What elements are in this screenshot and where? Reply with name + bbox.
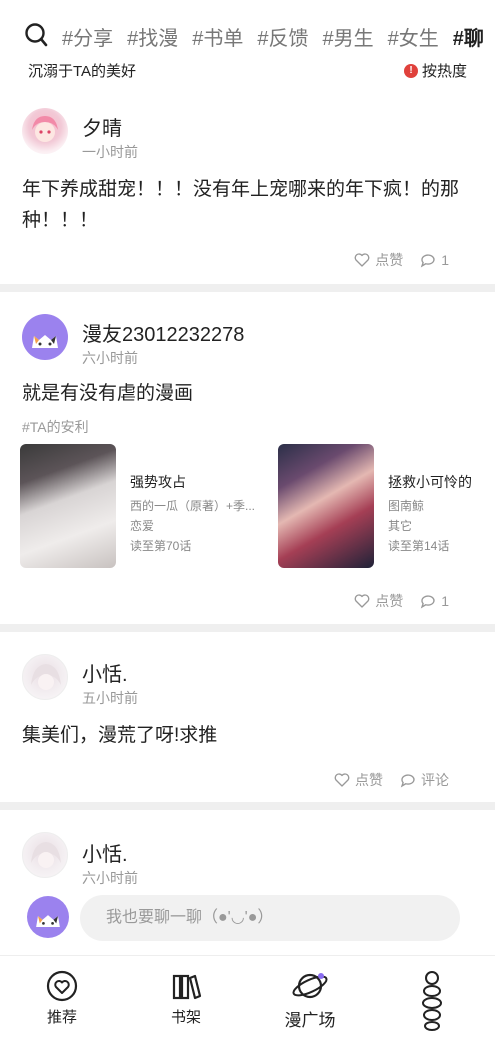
- bookshelf-icon: [172, 974, 202, 1000]
- tag-share[interactable]: #分享: [62, 22, 113, 51]
- divider: [0, 624, 495, 632]
- nav-label: 漫广场: [284, 1011, 336, 1030]
- comic-title: 强势攻占: [130, 474, 186, 490]
- comment-label: 评论: [421, 772, 449, 788]
- planet-icon: [292, 973, 328, 999]
- comic-cover: [278, 444, 374, 568]
- username[interactable]: 小恬.: [82, 658, 128, 687]
- comment-input[interactable]: 我也要聊一聊（●'◡'●）: [80, 895, 460, 941]
- heart-circle-icon: [46, 970, 78, 1002]
- post-actions: 点赞 1: [353, 591, 449, 611]
- divider: [0, 284, 495, 292]
- sort-label: 按热度: [421, 63, 467, 80]
- avatar[interactable]: [22, 314, 68, 360]
- post-actions: 点赞 评论: [333, 770, 449, 790]
- comic-card[interactable]: 拯救小可怜的 图南鲸 其它 读至第14话: [278, 444, 495, 568]
- nav-character[interactable]: [392, 970, 472, 1032]
- sub-bar: 沉溺于TA的美好 ! 按热度: [0, 58, 495, 86]
- comic-card[interactable]: 强势攻占 西的一瓜（原著）+季... 恋爱 读至第70话: [20, 444, 260, 568]
- sort-icon: !: [403, 63, 418, 78]
- post-content: 年下养成甜宠！！！没有年上宠哪来的年下疯！的那种！！！: [22, 179, 460, 231]
- comment-button[interactable]: 1: [419, 251, 449, 269]
- post-time: 五小时前: [82, 690, 138, 706]
- my-avatar[interactable]: [27, 896, 69, 938]
- post-content: 集美们，漫荒了呀!求推: [22, 725, 218, 746]
- comment-count: 1: [441, 593, 449, 609]
- username[interactable]: 夕晴: [82, 112, 122, 141]
- heart-icon: [354, 594, 370, 608]
- post-card[interactable]: 夕晴 一小时前 年下养成甜宠！！！没有年上宠哪来的年下疯！的那种！！！ 点赞 1: [0, 92, 495, 284]
- tag-chat[interactable]: #聊: [453, 22, 484, 51]
- comment-icon: [400, 774, 415, 788]
- nav-square[interactable]: 漫广场: [270, 970, 350, 1031]
- post-time: 六小时前: [82, 350, 138, 366]
- comment-icon: [420, 254, 435, 268]
- nav-recommend[interactable]: 推荐: [22, 970, 102, 1027]
- comic-title: 拯救小可怜的: [388, 474, 472, 490]
- username[interactable]: 小恬.: [82, 838, 128, 867]
- divider: [0, 802, 495, 810]
- character-icon: [422, 971, 442, 1031]
- post-actions: 点赞 1: [353, 250, 449, 270]
- post-hashtag[interactable]: #TA的安利: [22, 417, 89, 437]
- like-button[interactable]: 点赞: [353, 591, 403, 611]
- comment-button[interactable]: 评论: [399, 770, 449, 790]
- tag-boys[interactable]: #男生: [323, 22, 374, 51]
- tag-girls[interactable]: #女生: [388, 22, 439, 51]
- tag-booklist[interactable]: #书单: [192, 22, 243, 51]
- like-button[interactable]: 点赞: [333, 770, 383, 790]
- nav-bookshelf[interactable]: 书架: [146, 970, 226, 1027]
- tag-feedback[interactable]: #反馈: [257, 22, 308, 51]
- comic-cover: [20, 444, 116, 568]
- comic-author: 西的一瓜（原著）+季...: [130, 499, 256, 513]
- comment-count: 1: [441, 252, 449, 268]
- nav-label: 书架: [170, 1009, 201, 1026]
- post-card[interactable]: 漫友23012232278 六小时前 就是有没有虐的漫画 #TA的安利 强势攻占…: [0, 292, 495, 624]
- tag-bar: #分享 #找漫 #书单 #反馈 #男生 #女生 #聊: [0, 18, 495, 56]
- heart-icon: [334, 773, 350, 787]
- comic-genre: 恋爱: [130, 519, 155, 533]
- comment-icon: [420, 595, 435, 609]
- avatar[interactable]: [22, 108, 68, 154]
- post-time: 一小时前: [82, 144, 138, 160]
- like-label: 点赞: [355, 772, 383, 788]
- heart-icon: [354, 253, 370, 267]
- nav-label: 推荐: [46, 1009, 77, 1026]
- slogan-text: 沉溺于TA的美好: [28, 63, 137, 80]
- comic-progress: 读至第70话: [130, 539, 192, 553]
- post-time: 六小时前: [82, 870, 138, 886]
- search-icon[interactable]: [24, 22, 48, 48]
- comment-button[interactable]: 1: [419, 592, 449, 610]
- bottom-nav: 推荐 书架 漫广场: [0, 955, 495, 1040]
- like-label: 点赞: [375, 252, 404, 268]
- avatar[interactable]: [22, 832, 68, 878]
- comic-genre: 其它: [388, 519, 413, 533]
- username[interactable]: 漫友23012232278: [82, 318, 244, 347]
- comment-bar: 我也要聊一聊（●'◡'●）: [0, 888, 495, 948]
- tag-list: #分享 #找漫 #书单 #反馈 #男生 #女生 #聊: [62, 22, 484, 51]
- post-card[interactable]: 小恬. 六小时前: [0, 810, 495, 890]
- comic-author: 图南鲸: [388, 499, 425, 513]
- avatar[interactable]: [22, 654, 68, 700]
- post-card[interactable]: 小恬. 五小时前 集美们，漫荒了呀!求推 点赞 评论: [0, 632, 495, 802]
- like-button[interactable]: 点赞: [353, 250, 403, 270]
- tag-find-comic[interactable]: #找漫: [127, 22, 178, 51]
- comic-progress: 读至第14话: [388, 539, 450, 553]
- like-label: 点赞: [375, 593, 404, 609]
- sort-button[interactable]: ! 按热度: [403, 60, 467, 81]
- post-content: 就是有没有虐的漫画: [22, 383, 194, 404]
